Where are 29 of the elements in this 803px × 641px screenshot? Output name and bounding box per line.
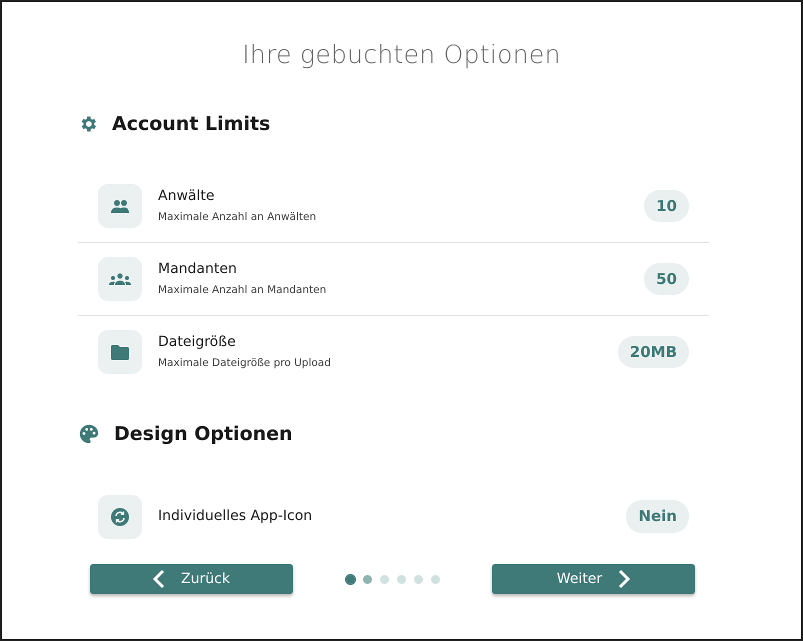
page-dot[interactable] <box>396 574 406 584</box>
option-name: Dateigröße <box>158 333 237 352</box>
value-badge: Nein <box>626 500 689 533</box>
chevron-left-icon <box>153 569 166 589</box>
value-badge: 10 <box>644 190 689 222</box>
option-description: Maximale Anzahl an Mandanten <box>158 283 326 298</box>
option-description: Maximale Anzahl an Anwälten <box>158 210 316 226</box>
section-heading: Account Limits <box>112 112 270 136</box>
palette-icon <box>78 423 100 446</box>
folder-icon <box>111 344 129 360</box>
option-name: Individuelles App-Icon <box>158 507 312 526</box>
page-dot[interactable] <box>430 574 440 584</box>
value-badge: 50 <box>644 262 689 296</box>
group-icon <box>109 273 131 285</box>
value-badge: 20MB <box>618 336 689 368</box>
next-button[interactable]: Weiter <box>492 564 695 594</box>
chevron-right-icon <box>618 569 630 589</box>
page-dot[interactable] <box>346 574 354 584</box>
page-dot[interactable] <box>414 574 422 584</box>
page-dot[interactable] <box>362 574 372 584</box>
page-dot[interactable] <box>380 574 388 584</box>
people-icon <box>110 199 130 213</box>
option-name: Mandanten <box>158 260 238 280</box>
section-heading: Design Optionen <box>114 422 293 447</box>
option-description: Maximale Dateigröße pro Upload <box>158 356 331 372</box>
sync-icon <box>111 508 129 526</box>
page-title: Ihre gebuchten Optionen <box>241 39 562 71</box>
back-button[interactable]: Zurück <box>90 564 293 594</box>
option-name: Anwälte <box>158 187 216 206</box>
